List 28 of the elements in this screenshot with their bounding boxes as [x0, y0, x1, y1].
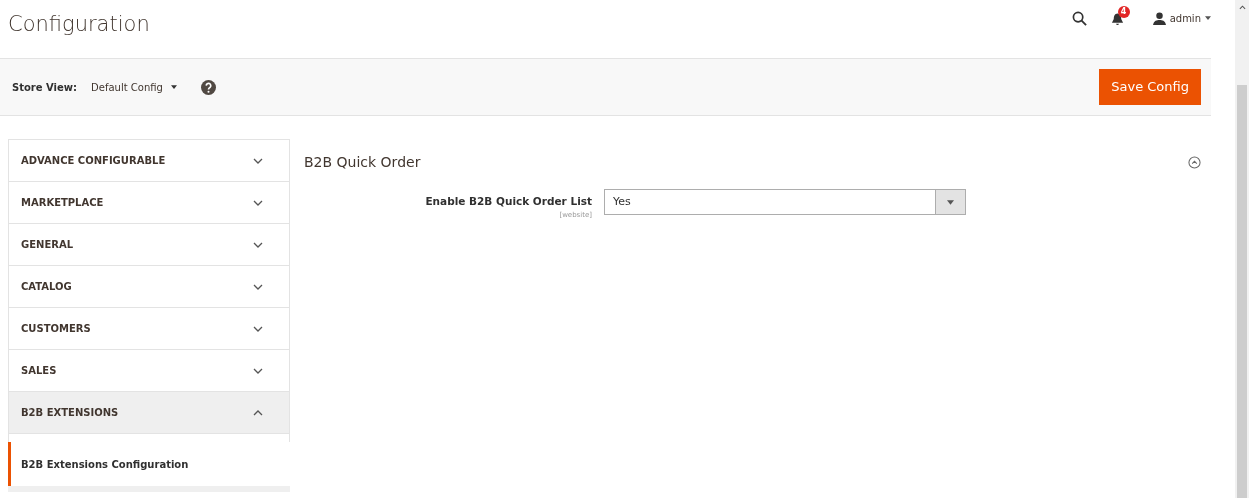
help-icon[interactable] [200, 79, 216, 95]
chevron-down-icon [253, 199, 263, 206]
scrollbar[interactable] [1235, 0, 1249, 498]
collapse-icon[interactable] [1188, 155, 1201, 169]
sidebar-link[interactable]: B2B Extensions Configuration [8, 442, 290, 486]
scroll-up-icon[interactable] [1238, 5, 1246, 10]
sidebar-section[interactable]: B2B EXTENSIONS [9, 392, 289, 434]
user-icon [1152, 11, 1166, 25]
chevron-down-icon [253, 241, 263, 248]
field-label: Enable B2B Quick Order List [424, 194, 592, 209]
caret-icon [1205, 16, 1211, 20]
save-config-button[interactable]: Save Config [1099, 69, 1201, 105]
store-view-dropdown[interactable]: Default Config [91, 79, 177, 95]
chevron-down-icon [253, 283, 263, 290]
search-icon[interactable] [1071, 10, 1087, 26]
user-menu[interactable]: admin [1152, 10, 1211, 26]
caret-icon [170, 85, 177, 89]
bell-icon [1110, 12, 1124, 26]
chevron-down-icon [253, 367, 263, 374]
select-field[interactable]: Yes [604, 189, 966, 215]
notification-count: 4 [1117, 6, 1130, 18]
store-view-label: Store View: [12, 80, 78, 95]
chevron-down-icon [253, 325, 263, 332]
chevron-down-icon [253, 157, 263, 164]
page-title: Configuration [8, 12, 150, 38]
caret-icon [947, 199, 954, 205]
section-title[interactable]: B2B Quick Order [304, 151, 421, 173]
chevron-up-icon [253, 409, 263, 416]
